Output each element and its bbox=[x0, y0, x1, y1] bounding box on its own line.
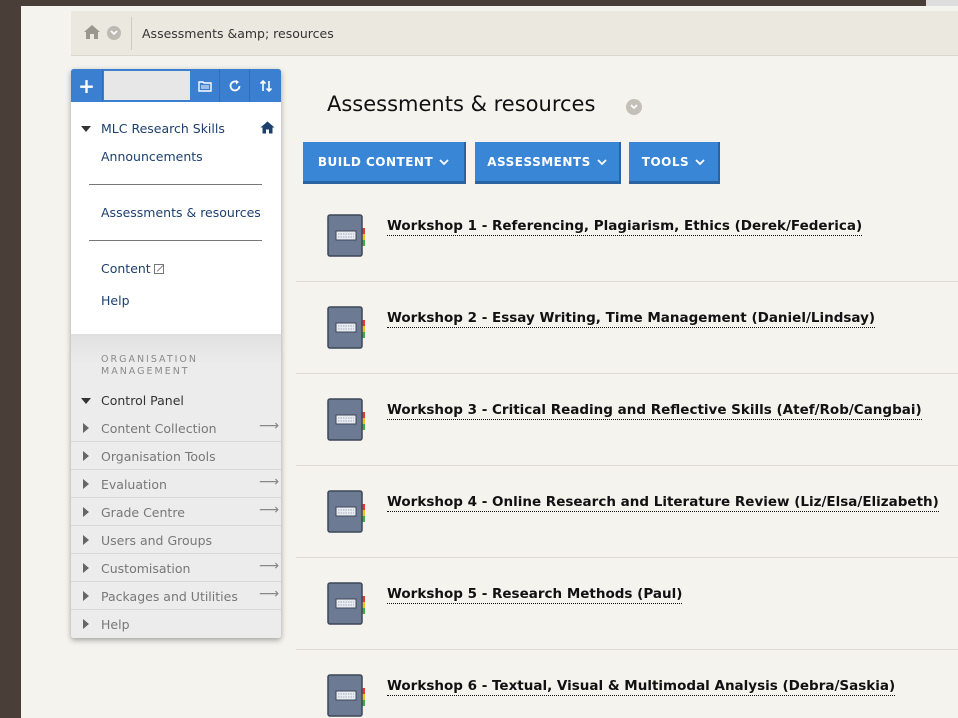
reorder-button[interactable] bbox=[250, 69, 281, 102]
control-panel-label[interactable]: Control Panel bbox=[101, 393, 184, 408]
arrow-right-icon: ⟶ bbox=[259, 586, 280, 602]
page-options-chevron-icon[interactable] bbox=[626, 99, 642, 115]
add-menu-item-button[interactable]: + bbox=[71, 69, 103, 102]
workshop-link[interactable]: Workshop 2 - Essay Writing, Time Managem… bbox=[387, 310, 876, 328]
workshop-link[interactable]: Workshop 3 - Critical Reading and Reflec… bbox=[387, 402, 922, 420]
folder-view-button[interactable] bbox=[191, 69, 220, 102]
learning-module-icon bbox=[327, 490, 365, 533]
expand-caret-icon bbox=[83, 423, 89, 433]
arrow-right-icon: ⟶ bbox=[259, 558, 280, 574]
refresh-button[interactable] bbox=[220, 69, 250, 102]
cp-item-organisation-tools[interactable]: Organisation Tools bbox=[71, 442, 281, 470]
nav-assessments-resources[interactable]: Assessments & resources bbox=[101, 205, 261, 220]
workshop-link[interactable]: Workshop 4 - Online Research and Literat… bbox=[387, 494, 939, 512]
cp-item-evaluation[interactable]: Evaluation ⟶ bbox=[71, 470, 281, 498]
nav-help[interactable]: Help bbox=[101, 293, 130, 308]
expand-caret-icon bbox=[83, 591, 89, 601]
cp-item-grade-centre[interactable]: Grade Centre ⟶ bbox=[71, 498, 281, 526]
expand-caret-icon bbox=[83, 619, 89, 629]
nav-announcements[interactable]: Announcements bbox=[101, 149, 203, 164]
expand-caret-icon bbox=[83, 451, 89, 461]
learning-module-icon bbox=[327, 306, 365, 349]
content-item: Workshop 4 - Online Research and Literat… bbox=[296, 466, 958, 558]
arrow-right-icon: ⟶ bbox=[259, 502, 280, 518]
arrow-right-icon: ⟶ bbox=[259, 474, 280, 490]
refresh-icon bbox=[229, 79, 240, 91]
assessments-button[interactable]: ASSESSMENTS bbox=[475, 142, 621, 184]
learning-module-icon bbox=[327, 398, 365, 441]
menu-search-input[interactable] bbox=[104, 71, 190, 100]
expand-caret-icon bbox=[83, 535, 89, 545]
workshop-link[interactable]: Workshop 6 - Textual, Visual & Multimoda… bbox=[387, 678, 896, 696]
course-menu: + MLC Research Skills Announcements Asse… bbox=[71, 69, 281, 638]
expand-caret-icon bbox=[83, 507, 89, 517]
menu-divider bbox=[89, 240, 262, 241]
content-item: Workshop 6 - Textual, Visual & Multimoda… bbox=[296, 650, 958, 718]
learning-module-icon bbox=[327, 214, 365, 257]
expand-caret-icon bbox=[83, 479, 89, 489]
control-panel-caret-icon[interactable] bbox=[81, 398, 91, 404]
chevron-down-icon bbox=[597, 158, 607, 165]
external-link-icon bbox=[153, 264, 164, 274]
course-title[interactable]: MLC Research Skills bbox=[101, 121, 225, 136]
chevron-down-icon bbox=[439, 158, 449, 165]
menu-toolbar: + bbox=[71, 69, 281, 102]
home-icon[interactable] bbox=[83, 24, 101, 40]
page-frame: Assessments &amp; resources + MLC Resear… bbox=[21, 6, 958, 718]
chevron-down-icon bbox=[695, 158, 705, 165]
menu-divider bbox=[89, 184, 262, 185]
content-item: Workshop 1 - Referencing, Plagiarism, Et… bbox=[296, 190, 958, 282]
cp-item-users-and-groups[interactable]: Users and Groups bbox=[71, 526, 281, 554]
cp-item-help[interactable]: Help bbox=[71, 610, 281, 638]
management-heading: ORGANISATION MANAGEMENT bbox=[101, 354, 199, 377]
cp-item-content-collection[interactable]: Content Collection ⟶ bbox=[71, 414, 281, 442]
arrow-right-icon: ⟶ bbox=[259, 418, 280, 434]
content-item: Workshop 3 - Critical Reading and Reflec… bbox=[296, 374, 958, 466]
tools-button[interactable]: TOOLS bbox=[629, 142, 720, 184]
breadcrumb-current: Assessments &amp; resources bbox=[142, 26, 334, 41]
breadcrumb-menu-chevron-icon[interactable] bbox=[107, 26, 121, 40]
content-item: Workshop 5 - Research Methods (Paul) bbox=[296, 558, 958, 650]
breadcrumb-divider bbox=[131, 17, 132, 50]
build-content-button[interactable]: BUILD CONTENT bbox=[303, 142, 466, 184]
cp-item-customisation[interactable]: Customisation ⟶ bbox=[71, 554, 281, 582]
nav-content[interactable]: Content bbox=[101, 261, 164, 276]
collapse-caret-icon[interactable] bbox=[81, 126, 91, 132]
cp-item-packages-and-utilities[interactable]: Packages and Utilities ⟶ bbox=[71, 582, 281, 610]
sort-icon bbox=[259, 79, 272, 92]
organisation-management: ORGANISATION MANAGEMENT Control Panel Co… bbox=[71, 334, 281, 638]
expand-caret-icon bbox=[83, 563, 89, 573]
folder-icon bbox=[198, 80, 212, 92]
course-home-icon[interactable] bbox=[260, 121, 275, 134]
nav-content-label: Content bbox=[101, 261, 151, 276]
content-item: Workshop 2 - Essay Writing, Time Managem… bbox=[296, 282, 958, 374]
workshop-link[interactable]: Workshop 1 - Referencing, Plagiarism, Et… bbox=[387, 218, 863, 236]
learning-module-icon bbox=[327, 582, 365, 625]
workshop-link[interactable]: Workshop 5 - Research Methods (Paul) bbox=[387, 586, 683, 604]
learning-module-icon bbox=[327, 674, 365, 717]
page-title: Assessments & resources bbox=[327, 92, 596, 116]
breadcrumb: Assessments &amp; resources bbox=[71, 11, 958, 56]
